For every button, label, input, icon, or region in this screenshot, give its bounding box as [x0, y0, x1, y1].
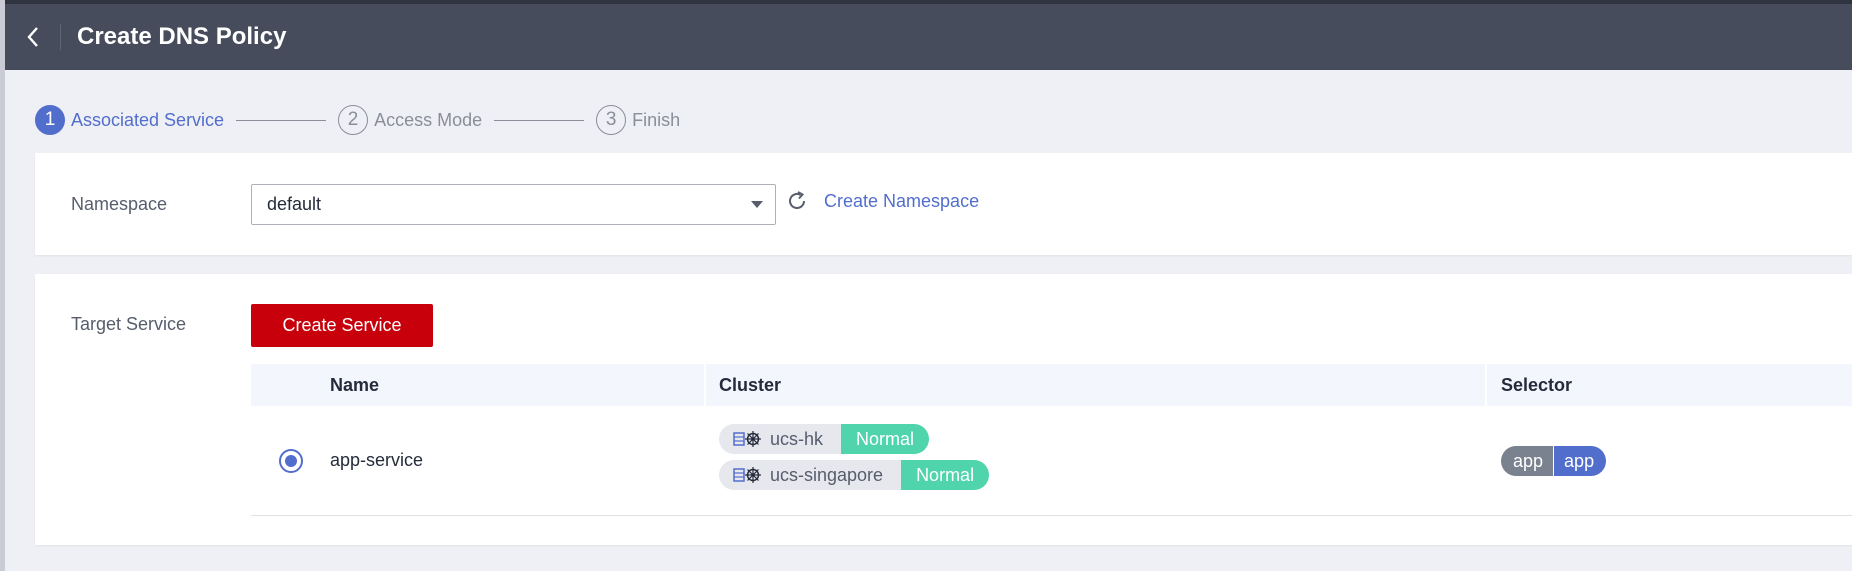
chevron-left-icon [27, 27, 38, 47]
namespace-select-value: default [267, 194, 322, 214]
cluster-status-badge: Normal [841, 424, 930, 454]
step-connector [236, 119, 327, 121]
cluster-name: ucs-singapore [770, 464, 884, 485]
step-label: Finish [632, 109, 681, 130]
cluster-icon [733, 467, 761, 483]
step-label: Access Mode [374, 109, 483, 130]
page-header: Create DNS Policy [5, 4, 1852, 70]
column-header-selector[interactable]: Selector [1501, 375, 1572, 396]
cluster-name-tag: ucs-hk [719, 424, 842, 454]
step-associated-service: 1 Associated Service [35, 105, 224, 135]
cluster-icon [733, 431, 761, 447]
cluster-name-tag: ucs-singapore [719, 460, 902, 490]
namespace-label: Namespace [71, 194, 168, 214]
step-finish: 3 Finish [596, 105, 680, 135]
table-row[interactable]: app-service ucs-hk Normal ucs-singapore … [251, 406, 1852, 516]
step-label: Associated Service [71, 109, 225, 130]
page-title: Create DNS Policy [77, 23, 287, 50]
step-connector [494, 119, 585, 121]
namespace-card: Namespace default Create Namespace [35, 153, 1852, 255]
radio-selected-dot [285, 455, 297, 467]
column-divider [704, 364, 706, 406]
selector-value: app [1553, 446, 1607, 476]
column-header-cluster[interactable]: Cluster [719, 375, 781, 396]
wizard-steps: 1 Associated Service 2 Access Mode 3 Fin… [35, 105, 680, 135]
service-table: Name Cluster Selector app-service ucs-hk… [251, 364, 1852, 516]
step-number: 3 [596, 105, 627, 135]
back-button[interactable] [5, 4, 61, 70]
step-number: 2 [338, 105, 369, 135]
column-divider [1485, 364, 1487, 406]
target-service-label: Target Service [71, 314, 187, 334]
namespace-select[interactable]: default [251, 184, 776, 225]
create-namespace-link[interactable]: Create Namespace [824, 191, 979, 212]
create-service-button[interactable]: Create Service [251, 304, 433, 347]
target-service-card: Target Service Create Service Name Clust… [35, 274, 1852, 545]
table-header: Name Cluster Selector [251, 364, 1852, 406]
cluster-tag: ucs-hk Normal [719, 424, 989, 454]
cluster-list: ucs-hk Normal ucs-singapore Normal [719, 424, 990, 496]
cluster-name: ucs-hk [770, 428, 824, 449]
row-radio-button[interactable] [279, 449, 303, 473]
caret-down-icon [751, 201, 763, 208]
step-number: 1 [35, 105, 65, 135]
cluster-tag: ucs-singapore Normal [719, 460, 990, 490]
cluster-status-badge: Normal [901, 460, 990, 490]
column-header-name[interactable]: Name [330, 375, 379, 396]
refresh-icon[interactable] [785, 189, 809, 213]
step-access-mode: 2 Access Mode [338, 105, 482, 135]
service-name: app-service [330, 450, 424, 470]
selector-key: app [1501, 446, 1554, 476]
window-left-border [0, 0, 5, 571]
selector-tag: app app [1501, 446, 1607, 476]
